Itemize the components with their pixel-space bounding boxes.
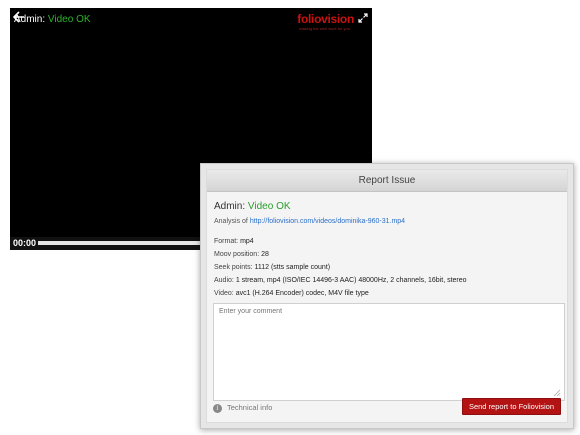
resize-grip-icon[interactable] bbox=[553, 389, 561, 397]
video-label: Video: bbox=[214, 290, 234, 297]
fullscreen-icon[interactable] bbox=[358, 13, 368, 23]
moov-row: Moov position: 28 bbox=[214, 248, 560, 261]
dialog-body: Admin: Video OK Analysis of http://folio… bbox=[207, 201, 567, 300]
info-icon: i bbox=[213, 404, 222, 413]
seek-label: Seek points: bbox=[214, 264, 253, 271]
comment-input[interactable] bbox=[214, 304, 564, 400]
comment-box bbox=[213, 303, 565, 401]
dialog-title: Report Issue bbox=[207, 170, 567, 192]
elapsed-time: 00:00 bbox=[13, 238, 37, 248]
dialog-panel: Report Issue Admin: Video OK Analysis of… bbox=[206, 169, 568, 423]
format-value: mp4 bbox=[240, 238, 254, 245]
technical-details: Format: mp4 Moov position: 28 Seek point… bbox=[214, 235, 560, 300]
player-status-text: Video OK bbox=[47, 14, 91, 25]
seek-value: 1112 (stts sample count) bbox=[254, 264, 331, 271]
audio-label: Audio: bbox=[214, 277, 234, 284]
moov-label: Moov position: bbox=[214, 251, 260, 258]
format-label: Format: bbox=[214, 238, 239, 245]
video-row: Video: avc1 (H.264 Encoder) codec, M4V f… bbox=[214, 287, 560, 300]
back-arrow-icon[interactable] bbox=[13, 11, 25, 23]
technical-info-toggle[interactable]: i Technical info bbox=[213, 403, 272, 413]
brand-logo: foliovision making the web work for you bbox=[297, 12, 364, 34]
audio-value: 1 stream, mp4 (ISO/IEC 14496-3 AAC) 4800… bbox=[235, 277, 467, 284]
report-issue-dialog: Report Issue Admin: Video OK Analysis of… bbox=[200, 163, 574, 429]
send-report-button[interactable]: Send report to Foliovision bbox=[461, 398, 561, 415]
admin-status-line: Admin: Video OK bbox=[214, 201, 560, 212]
admin-status-text: Video OK bbox=[247, 201, 291, 212]
seek-row: Seek points: 1112 (stts sample count) bbox=[214, 261, 560, 274]
player-status: Admin: Video OK bbox=[14, 14, 91, 25]
video-value: avc1 (H.264 Encoder) codec, M4V file typ… bbox=[235, 290, 369, 297]
technical-info-label: Technical info bbox=[226, 403, 273, 413]
audio-row: Audio: 1 stream, mp4 (ISO/IEC 14496-3 AA… bbox=[214, 274, 560, 287]
brand-logo-text: foliovision bbox=[297, 12, 354, 26]
moov-value: 28 bbox=[261, 251, 269, 258]
admin-label: Admin: bbox=[214, 201, 246, 212]
analysis-prefix: Analysis of bbox=[214, 218, 248, 225]
format-row: Format: mp4 bbox=[214, 235, 560, 248]
analysis-line: Analysis of http://foliovision.com/video… bbox=[214, 218, 560, 225]
analysis-url-link[interactable]: http://foliovision.com/videos/dominika-9… bbox=[250, 218, 405, 225]
brand-logo-tagline: making the web work for you bbox=[299, 26, 350, 31]
